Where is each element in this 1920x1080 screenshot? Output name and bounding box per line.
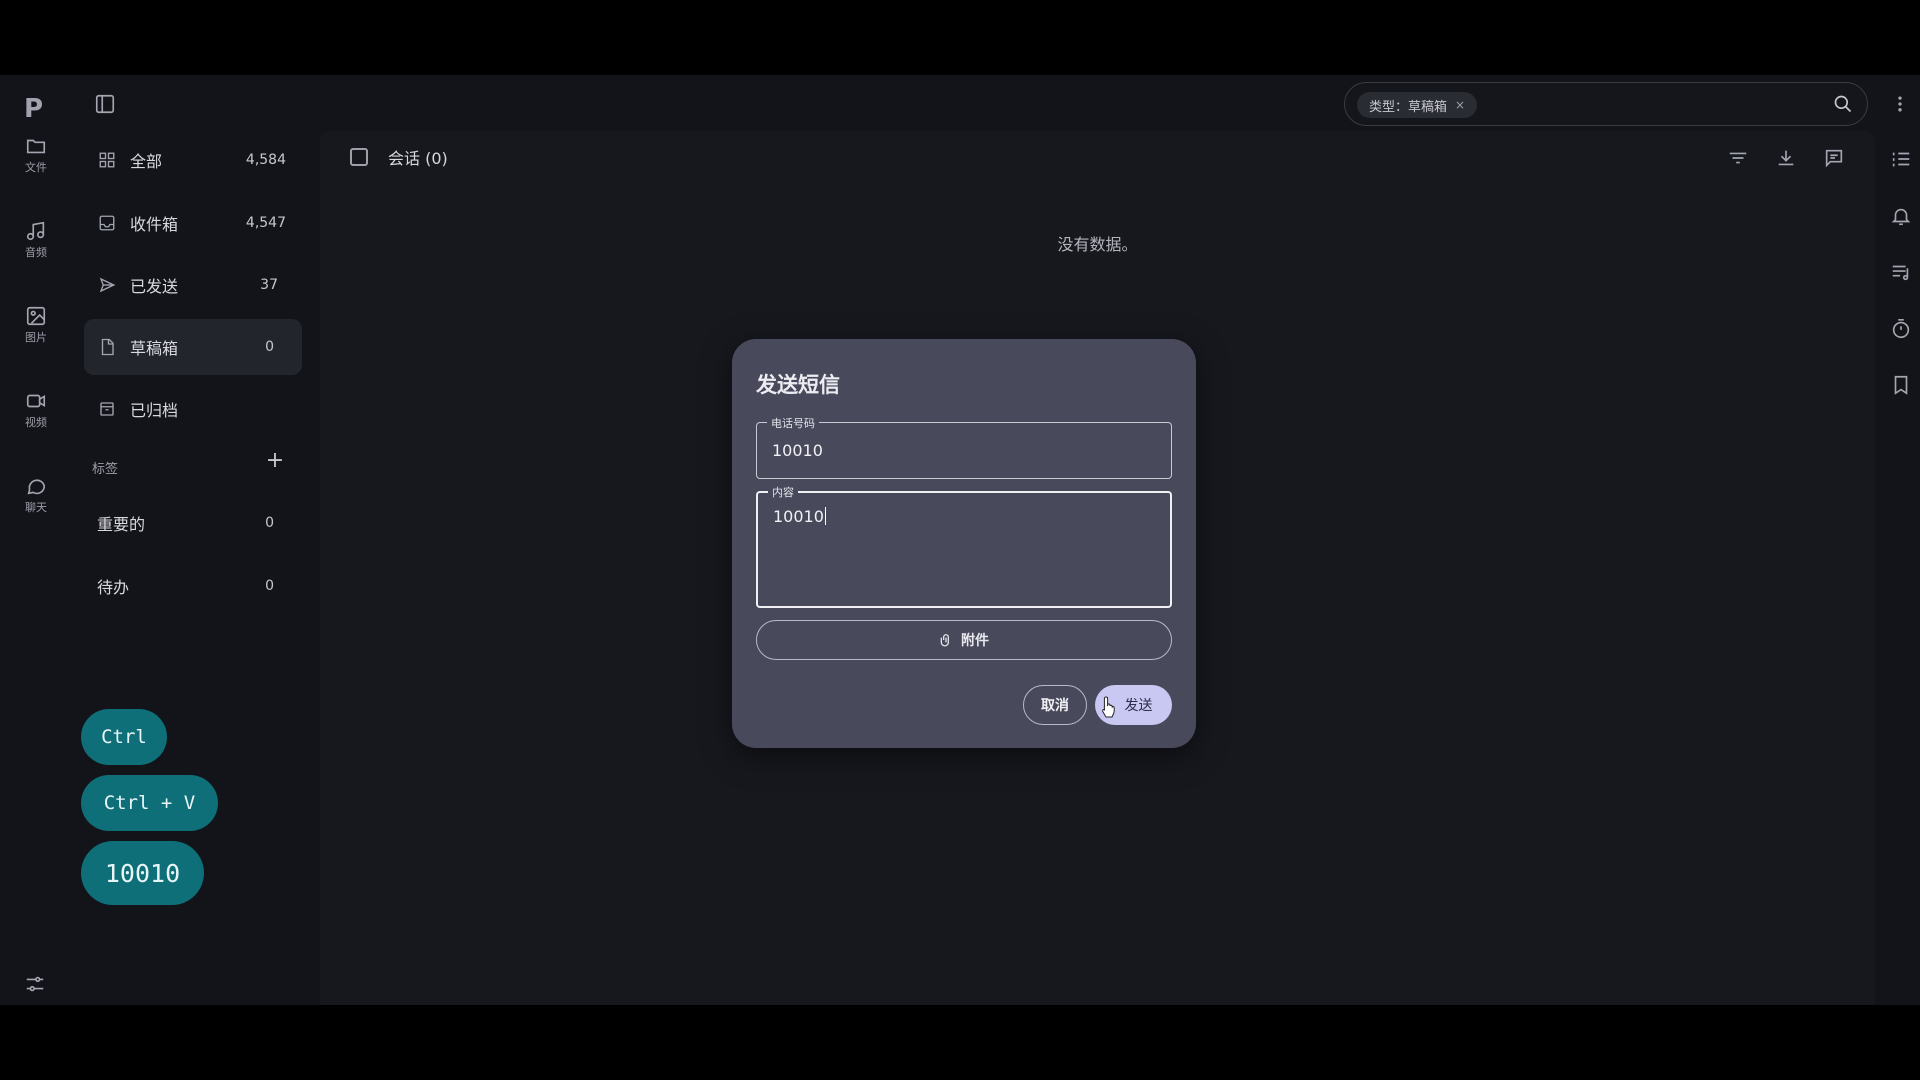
video-icon [26, 394, 46, 408]
phone-number-field[interactable]: 电话号码 10010 [756, 415, 1172, 479]
rail-item-label: 文件 [25, 161, 47, 174]
app-logo: P [24, 94, 44, 124]
rail-item-label: 聊天 [25, 501, 47, 514]
sidebar-item-count: 37 [260, 277, 278, 293]
empty-state: 没有数据。 [1057, 235, 1138, 254]
content-value-wrap: 10010 [773, 507, 826, 526]
list-icon[interactable] [1890, 148, 1912, 174]
sidebar-item-inbox[interactable]: 收件箱 4,547 [84, 195, 302, 251]
sidebar-item-label: 收件箱 [130, 215, 179, 234]
hand-pointer-cursor-icon [1102, 696, 1115, 718]
phone-number-value: 10010 [772, 441, 823, 460]
new-message-icon[interactable] [1823, 147, 1845, 169]
chat-icon [27, 479, 46, 495]
filter-chip[interactable]: 类型：草稿箱 × [1357, 92, 1478, 118]
sidebar-item-count: 4,584 [245, 152, 286, 168]
attachment-label: 附件 [961, 633, 989, 649]
sidebar-item-label: 草稿箱 [130, 339, 179, 358]
sidebar-item-count: 4,547 [245, 215, 286, 231]
content-value: 10010 [773, 507, 824, 526]
send-button-label: 发送 [1124, 698, 1153, 714]
file-icon [101, 338, 114, 356]
sidebar-item-count: 0 [265, 339, 274, 355]
sidebar-item-drafts[interactable]: 草稿箱 0 [84, 319, 302, 375]
settings-sliders-icon[interactable] [24, 973, 46, 999]
grid-icon [99, 152, 115, 168]
sidebar-item-archived[interactable]: 已归档 [84, 381, 302, 437]
rail-item-label: 图片 [25, 331, 47, 344]
music-icon [26, 221, 45, 241]
tag-item-important[interactable]: 重要的 0 [84, 495, 302, 551]
phone-number-label: 电话号码 [767, 415, 819, 431]
search-bar[interactable]: 类型：草稿箱 × [1344, 82, 1868, 126]
attachment-button[interactable]: 附件 [756, 620, 1172, 660]
content-label: 内容 [768, 484, 798, 500]
toggle-sidebar-icon[interactable] [94, 93, 116, 119]
timer-icon[interactable] [1890, 318, 1912, 344]
conversation-header: 会话 (0) [350, 145, 448, 169]
rail-item-chat[interactable]: 聊天 [10, 467, 62, 523]
image-icon [26, 306, 46, 326]
paperclip-icon [940, 634, 949, 647]
tags-section-label: 标签 [92, 462, 119, 477]
bookmark-icon[interactable] [1890, 374, 1912, 400]
content-textarea[interactable]: 内容 10010 [756, 484, 1172, 608]
sidebar-item-all[interactable]: 全部 4,584 [84, 132, 302, 188]
playlist-icon[interactable] [1890, 261, 1912, 287]
sort-icon[interactable] [1727, 147, 1749, 169]
sidebar-item-sent[interactable]: 已发送 37 [84, 257, 302, 313]
rail-item-label: 音频 [25, 246, 47, 259]
header-actions [1727, 147, 1845, 169]
tag-label: 重要的 [97, 515, 146, 534]
send-sms-dialog: 发送短信 电话号码 10010 内容 10010 附件 取消 发送 [732, 339, 1196, 748]
rail-item-video[interactable]: 视频 [10, 382, 62, 438]
tag-label: 待办 [97, 578, 130, 597]
rail-item-images[interactable]: 图片 [10, 297, 62, 353]
text-caret [824, 507, 826, 525]
rail-item-audio[interactable]: 音频 [10, 212, 62, 268]
select-all-checkbox[interactable] [350, 148, 368, 166]
add-tag-button[interactable]: + [260, 448, 290, 473]
keypress-overlay-ctrl-v: Ctrl + V [81, 775, 218, 831]
folder-icon [26, 139, 46, 154]
download-icon[interactable] [1775, 147, 1797, 169]
sidebar-item-label: 已发送 [130, 277, 179, 296]
keypress-overlay-text: 10010 [81, 841, 204, 905]
inbox-icon [99, 215, 115, 231]
filter-chip-close-icon[interactable]: × [1455, 98, 1465, 112]
tag-item-todo[interactable]: 待办 0 [84, 558, 302, 614]
sidebar-item-label: 全部 [130, 152, 163, 171]
bell-icon[interactable] [1890, 205, 1912, 231]
filter-chip-label: 类型：草稿箱 [1369, 99, 1448, 115]
cancel-button[interactable]: 取消 [1023, 685, 1087, 725]
conversation-title: 会话 (0) [388, 149, 448, 168]
left-rail: P 文件 音频 图片 视频 聊天 [0, 75, 72, 1005]
tag-count: 0 [265, 515, 274, 531]
dialog-title: 发送短信 [756, 373, 840, 397]
archive-icon [100, 402, 114, 416]
rail-item-label: 视频 [25, 416, 47, 429]
rail-item-files[interactable]: 文件 [10, 127, 62, 183]
keypress-overlay-ctrl: Ctrl [81, 709, 167, 765]
send-icon [99, 277, 116, 293]
tag-count: 0 [265, 578, 274, 594]
sidebar-item-label: 已归档 [130, 401, 179, 420]
search-icon[interactable] [1833, 94, 1853, 118]
more-vertical-icon[interactable] [1890, 93, 1910, 119]
